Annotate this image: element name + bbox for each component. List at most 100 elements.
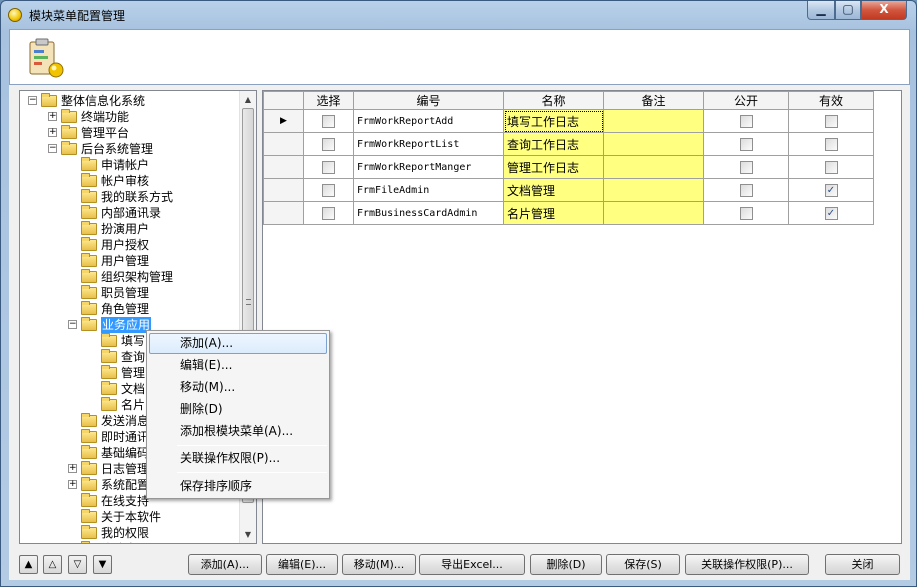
code-cell[interactable]: FrmWorkReportAdd [353,109,504,133]
public-checkbox[interactable] [739,207,753,220]
edit-button[interactable]: 编辑(E)... [266,554,338,575]
move-bottom-button[interactable]: ▼ [93,555,112,574]
select-cell[interactable] [303,178,354,202]
move-button[interactable]: 移动(M)... [342,554,416,575]
public-checkbox[interactable] [739,115,753,128]
expand-icon[interactable]: + [68,480,77,489]
ctx-add-root-item[interactable]: 添加根模块菜单(A)... [149,421,327,442]
select-cell[interactable] [303,155,354,179]
public-cell[interactable] [703,178,789,202]
tree-node[interactable]: + 终端功能 [20,109,240,125]
select-checkbox[interactable] [322,207,335,220]
tree-node[interactable]: 用户授权 [20,237,240,253]
public-cell[interactable] [703,109,789,133]
table-row[interactable]: FrmFileAdmin 文档管理 [263,178,874,202]
public-checkbox[interactable] [739,161,753,174]
tree-node[interactable]: 职员管理 [20,285,240,301]
column-header-code[interactable]: 编号 [353,91,504,110]
column-header-note[interactable]: 备注 [603,91,704,110]
tree-node[interactable]: − 整体信息化系统 [20,93,240,109]
tree-node[interactable]: 用户管理 [20,253,240,269]
note-cell[interactable] [603,178,704,202]
valid-cell[interactable] [788,155,874,179]
valid-checkbox[interactable] [824,207,838,220]
row-header[interactable] [263,201,304,225]
close-button[interactable]: 关闭 [825,554,900,575]
public-checkbox[interactable] [739,138,753,151]
module-grid[interactable]: 选择 编号 名称 备注 公开 有效 ▶ FrmWorkReportAdd 填写工作日… [262,90,902,544]
name-cell[interactable]: 填写工作日志 [503,109,604,133]
ctx-edit-item[interactable]: 编辑(E)... [149,355,327,376]
select-checkbox[interactable] [322,138,335,151]
valid-checkbox[interactable] [824,184,838,197]
table-row[interactable]: ▶ FrmWorkReportAdd 填写工作日志 [263,109,874,133]
table-row[interactable]: FrmWorkReportManger 管理工作日志 [263,155,874,179]
move-top-button[interactable]: ▲ [19,555,38,574]
public-cell[interactable] [703,155,789,179]
export-excel-button[interactable]: 导出Excel... [419,554,525,575]
expand-icon[interactable]: + [48,112,57,121]
note-cell[interactable] [603,201,704,225]
select-cell[interactable] [303,201,354,225]
ctx-delete-item[interactable]: 删除(D) [149,399,327,420]
tree-node[interactable]: 修改密码 [20,541,240,543]
tree-node[interactable]: 组织架构管理 [20,269,240,285]
name-cell[interactable]: 文档管理 [503,178,604,202]
public-cell[interactable] [703,201,789,225]
ctx-permissions-item[interactable]: 关联操作权限(P)... [149,448,327,469]
valid-checkbox[interactable] [824,138,838,151]
column-header-name[interactable]: 名称 [503,91,604,110]
add-button[interactable]: 添加(A)... [188,554,262,575]
tree-node[interactable]: 我的权限 [20,525,240,541]
select-checkbox[interactable] [322,115,335,128]
tree-node[interactable]: 我的联系方式 [20,189,240,205]
move-down-button[interactable]: ▽ [68,555,87,574]
select-cell[interactable] [303,109,354,133]
column-header-public[interactable]: 公开 [703,91,789,110]
valid-cell[interactable] [788,178,874,202]
tree-node[interactable]: 帐户审核 [20,173,240,189]
ctx-save-order-item[interactable]: 保存排序顺序 [149,476,327,497]
code-cell[interactable]: FrmWorkReportManger [353,155,504,179]
code-cell[interactable]: FrmBusinessCardAdmin [353,201,504,225]
move-up-button[interactable]: △ [43,555,62,574]
valid-cell[interactable] [788,201,874,225]
close-window-button[interactable]: X [861,1,907,20]
tree-node[interactable]: 关于本软件 [20,509,240,525]
tree-node[interactable]: + 管理平台 [20,125,240,141]
code-cell[interactable]: FrmWorkReportList [353,132,504,156]
tree-node[interactable]: 申请帐户 [20,157,240,173]
tree-node[interactable]: − 后台系统管理 [20,141,240,157]
name-cell[interactable]: 查询工作日志 [503,132,604,156]
tree-node[interactable]: 扮演用户 [20,221,240,237]
row-header[interactable]: ▶ [263,109,304,133]
save-button[interactable]: 保存(S) [606,554,680,575]
permissions-button[interactable]: 关联操作权限(P)... [685,554,809,575]
collapse-icon[interactable]: − [68,320,77,329]
tree-node[interactable]: 角色管理 [20,301,240,317]
note-cell[interactable] [603,109,704,133]
tree-node[interactable]: 内部通讯录 [20,205,240,221]
column-header-select[interactable]: 选择 [303,91,354,110]
select-checkbox[interactable] [322,161,335,174]
valid-checkbox[interactable] [824,115,838,128]
expand-icon[interactable]: + [68,464,77,473]
code-cell[interactable]: FrmFileAdmin [353,178,504,202]
expand-icon[interactable]: + [48,128,57,137]
note-cell[interactable] [603,132,704,156]
public-cell[interactable] [703,132,789,156]
delete-button[interactable]: 删除(D) [530,554,602,575]
row-header[interactable] [263,155,304,179]
select-cell[interactable] [303,132,354,156]
table-row[interactable]: FrmWorkReportList 查询工作日志 [263,132,874,156]
ctx-move-item[interactable]: 移动(M)... [149,377,327,398]
scroll-up-arrow-icon[interactable]: ▲ [240,91,256,108]
name-cell[interactable]: 名片管理 [503,201,604,225]
collapse-icon[interactable]: − [28,96,37,105]
valid-checkbox[interactable] [824,161,838,174]
minimize-button[interactable]: ▁ [807,1,835,20]
name-cell[interactable]: 管理工作日志 [503,155,604,179]
title-bar[interactable]: 模块菜单配置管理 ▁ ▢ X [1,1,916,29]
note-cell[interactable] [603,155,704,179]
select-checkbox[interactable] [322,184,335,197]
